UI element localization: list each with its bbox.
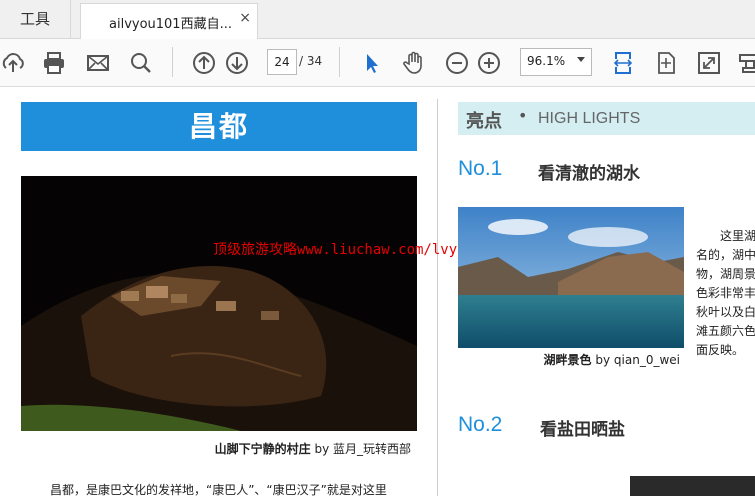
highlight-title-1: 看清澈的湖水: [538, 164, 640, 184]
page-down-icon[interactable]: [224, 50, 250, 76]
lake-description: 这里湖 名的，湖中 物，湖周景 色彩非常丰 秋叶以及白 滩五颜六色 面反映。: [696, 229, 755, 357]
chevron-down-icon[interactable]: [577, 57, 585, 62]
hand-icon[interactable]: [401, 50, 427, 76]
zoom-in-icon[interactable]: [476, 50, 502, 76]
highlight-number-1: No.1: [458, 157, 503, 180]
stamp-icon[interactable]: [737, 50, 755, 76]
fullscreen-icon[interactable]: [696, 50, 722, 76]
highlights-separator: •: [518, 106, 528, 125]
upload-icon[interactable]: [0, 50, 26, 76]
photo-caption-lake: 湖畔景色 by qian_0_wei: [458, 351, 680, 368]
page-up-icon[interactable]: [191, 50, 217, 76]
caption-title: 山脚下宁静的村庄: [214, 442, 311, 456]
highlights-header: 亮点 • HIGH LIGHTS: [458, 102, 755, 135]
caption-credit: by 蓝月_玩转西部: [310, 442, 411, 456]
caption-lake-title: 湖畔景色: [543, 353, 592, 367]
village-photo: [21, 176, 417, 431]
tab-document-title: ailvyou101西藏自...: [109, 17, 232, 32]
salt-field-photo: [630, 476, 755, 496]
toolbar-divider: [172, 47, 173, 77]
mail-icon[interactable]: [85, 50, 111, 76]
highlights-subtitle: HIGH LIGHTS: [538, 110, 641, 127]
tab-tools[interactable]: 工具: [0, 0, 71, 38]
highlight-number-2: No.2: [458, 413, 503, 436]
toolbar-divider: [339, 47, 340, 77]
search-icon[interactable]: [128, 50, 154, 76]
zoom-select[interactable]: 96.1%: [520, 48, 592, 76]
caption-lake-credit: by qian_0_wei: [591, 353, 680, 367]
body-paragraph: 昌都，是康巴文化的发祥地，“康巴人”、“康巴汉子”就是对这里: [50, 483, 387, 497]
toolbar: [0, 39, 755, 87]
close-icon[interactable]: ×: [239, 10, 251, 26]
lake-photo: [458, 207, 684, 348]
highlights-title: 亮点: [466, 111, 502, 132]
select-arrow-icon[interactable]: [359, 50, 385, 76]
tab-document[interactable]: ailvyou101西藏自... ×: [80, 3, 258, 40]
zoom-value: 96.1%: [527, 54, 566, 68]
zoom-out-icon[interactable]: [444, 50, 470, 76]
page-total: / 34: [299, 54, 323, 68]
page-title: 昌都: [188, 110, 249, 143]
photo-caption-main: 山脚下宁静的村庄 by 蓝月_玩转西部: [21, 440, 411, 457]
fit-page-icon[interactable]: [653, 50, 679, 76]
section-title-bar: 昌都: [21, 102, 417, 151]
highlight-title-2: 看盐田晒盐: [540, 420, 625, 440]
fit-width-icon[interactable]: [610, 50, 636, 76]
document-page: 昌都 顶级旅游攻略www.liuchaw.com/lvyou/ailvyou 山…: [0, 87, 755, 497]
print-icon[interactable]: [41, 50, 67, 76]
page-number-input[interactable]: [267, 49, 297, 75]
tab-bar: 工具 ailvyou101西藏自... ×: [0, 0, 755, 40]
column-divider: [437, 99, 438, 496]
